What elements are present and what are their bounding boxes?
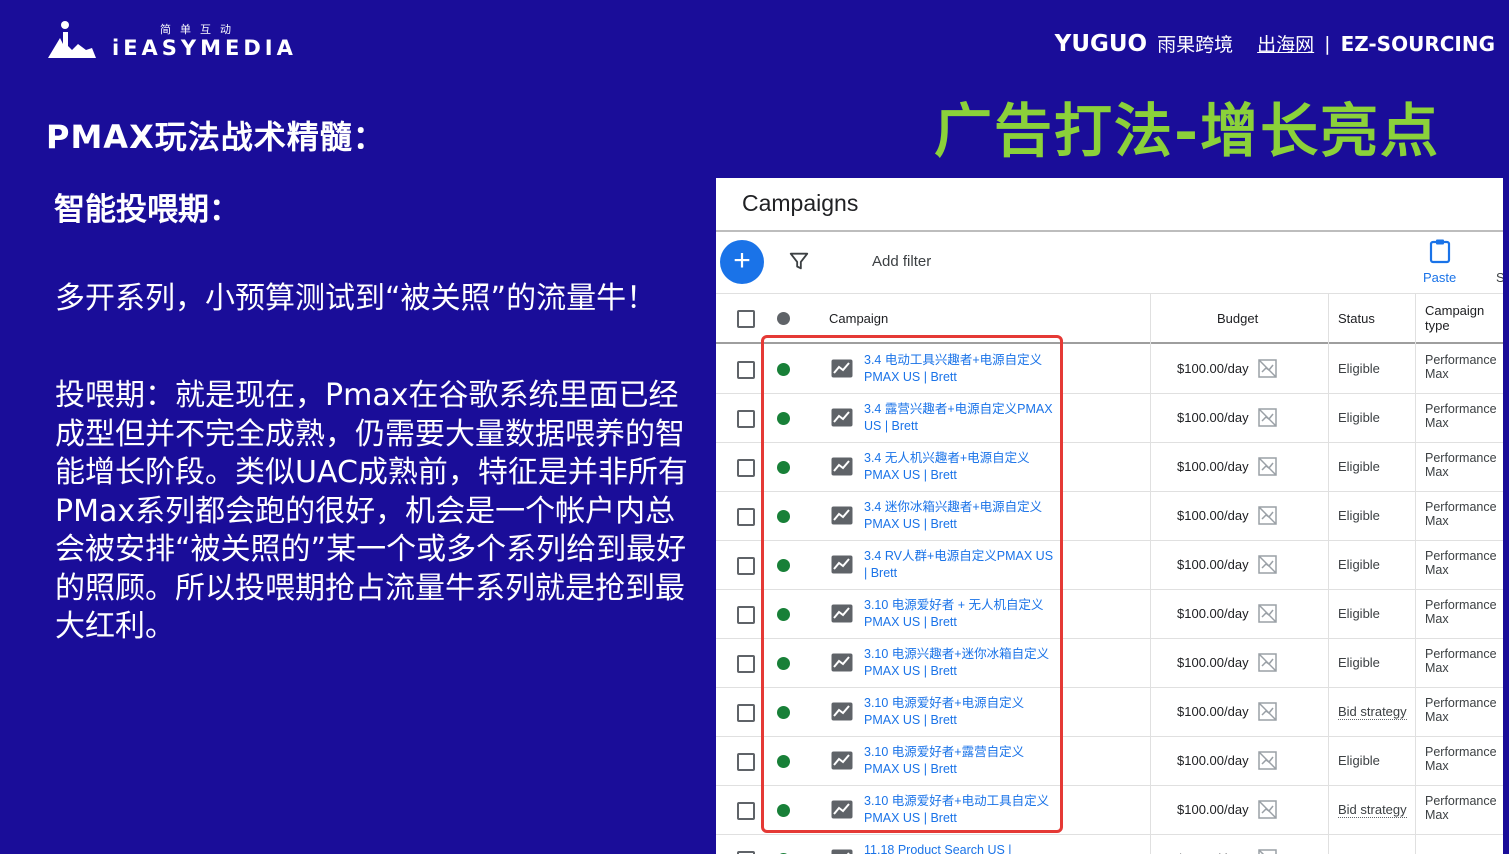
row-checkbox[interactable] — [737, 704, 755, 722]
status-value: Eligible — [1338, 606, 1380, 621]
chart-disabled-icon[interactable] — [1258, 653, 1277, 672]
status-value: Eligible — [1338, 753, 1380, 768]
chart-disabled-icon[interactable] — [1258, 408, 1277, 427]
budget-value: $100.00/day — [1177, 655, 1249, 670]
budget-value: $100.00/day — [1177, 606, 1249, 621]
logo-cn: 简单互动 — [160, 23, 240, 36]
yuguo-cn-logo: 雨果跨境 — [1157, 34, 1234, 56]
row-checkbox[interactable] — [737, 459, 755, 477]
performance-chart-icon — [831, 849, 853, 854]
row-checkbox[interactable] — [737, 753, 755, 771]
chart-disabled-icon[interactable] — [1258, 800, 1277, 819]
chart-disabled-icon[interactable] — [1258, 849, 1277, 854]
status-value[interactable]: Bid strategy — [1338, 704, 1407, 720]
row-checkbox[interactable] — [737, 361, 755, 379]
big-title: 广告打法-增长亮点 — [934, 97, 1441, 165]
budget-value: $100.00/day — [1177, 557, 1249, 572]
table-row[interactable]: 11.18 Product Search US |$50.00/day — [716, 834, 1503, 854]
campaign-name-link[interactable]: 11.18 Product Search US | — [864, 842, 1054, 854]
paragraph-strategy: 多开系列，小预算测试到“被关照”的流量牛！ — [55, 281, 657, 316]
status-value[interactable]: Bid strategy — [1338, 802, 1407, 818]
campaign-type-value: Performance Max — [1425, 402, 1497, 430]
panel-title: Campaigns — [742, 190, 859, 216]
logo-separator: | — [1324, 32, 1331, 55]
budget-value: $100.00/day — [1177, 802, 1249, 817]
budget-value: $100.00/day — [1177, 704, 1249, 719]
panel-divider — [716, 230, 1503, 232]
row-checkbox[interactable] — [737, 655, 755, 673]
campaign-type-value: Performance Max — [1425, 500, 1497, 528]
row-checkbox[interactable] — [737, 557, 755, 575]
campaign-type-value: Performance Max — [1425, 696, 1497, 724]
chart-disabled-icon[interactable] — [1258, 359, 1277, 378]
subhead: 智能投喂期： — [54, 192, 240, 228]
campaign-type-value: Performance Max — [1425, 451, 1497, 479]
plus-icon: + — [733, 244, 751, 277]
highlight-box — [761, 335, 1063, 833]
add-campaign-button[interactable]: + — [720, 240, 764, 284]
header-budget[interactable]: Budget — [1217, 311, 1258, 326]
toolbar-cutoff-label[interactable]: S — [1496, 270, 1503, 285]
budget-value: $100.00/day — [1177, 361, 1249, 376]
clipboard-icon[interactable] — [1428, 238, 1452, 264]
row-checkbox[interactable] — [737, 606, 755, 624]
header-status[interactable]: Status — [1338, 311, 1375, 326]
row-checkbox[interactable] — [737, 508, 755, 526]
campaign-type-value: Performance Max — [1425, 794, 1497, 822]
logo-name: iEASYMEDIA — [112, 36, 297, 60]
pmax-title: PMAX玩法战术精髓： — [46, 118, 386, 156]
row-checkbox[interactable] — [737, 802, 755, 820]
status-value: Eligible — [1338, 410, 1380, 425]
status-value: Eligible — [1338, 557, 1380, 572]
status-value: Eligible — [1338, 508, 1380, 523]
chart-disabled-icon[interactable] — [1258, 604, 1277, 623]
campaign-type-value: Performance Max — [1425, 353, 1497, 381]
campaign-type-value: Performance Max — [1425, 549, 1497, 577]
status-dot-header-icon — [777, 312, 790, 325]
row-checkbox[interactable] — [737, 410, 755, 428]
budget-value: $100.00/day — [1177, 508, 1249, 523]
budget-value: $100.00/day — [1177, 753, 1249, 768]
chuhai-logo: 出海网 — [1257, 34, 1315, 56]
chart-disabled-icon[interactable] — [1258, 555, 1277, 574]
chart-disabled-icon[interactable] — [1258, 751, 1277, 770]
campaign-type-value: Performance Max — [1425, 647, 1497, 675]
select-all-checkbox[interactable] — [737, 310, 755, 328]
ez-sourcing-logo: EZ-SOURCING — [1340, 31, 1495, 56]
header-campaign[interactable]: Campaign — [829, 311, 888, 326]
header-campaign-type[interactable]: Campaign type — [1425, 303, 1495, 333]
budget-value: $100.00/day — [1177, 459, 1249, 474]
status-value: Eligible — [1338, 459, 1380, 474]
chart-disabled-icon[interactable] — [1258, 506, 1277, 525]
yuguo-logo: YUGUO — [1054, 30, 1148, 57]
campaign-type-value: Performance Max — [1425, 598, 1497, 626]
status-value: Eligible — [1338, 361, 1380, 376]
chart-disabled-icon[interactable] — [1258, 457, 1277, 476]
iEASYMEDIA-logo: 简单互动 iEASYMEDIA — [46, 20, 297, 60]
logo-mark-icon — [48, 21, 96, 58]
paste-button[interactable]: Paste — [1423, 270, 1456, 285]
add-filter-button[interactable]: Add filter — [872, 253, 931, 270]
chart-disabled-icon[interactable] — [1258, 702, 1277, 721]
campaign-type-value: Performance Max — [1425, 745, 1497, 773]
budget-value: $100.00/day — [1177, 410, 1249, 425]
filter-icon[interactable] — [788, 250, 810, 272]
paragraph-explanation: 投喂期：就是现在，Pmax在谷歌系统里面已经成型但并不完全成熟，仍需要大量数据喂… — [55, 378, 688, 644]
status-value: Eligible — [1338, 655, 1380, 670]
partner-logos: YUGUO 雨果跨境 出海网 | EZ-SOURCING — [1055, 30, 1495, 57]
